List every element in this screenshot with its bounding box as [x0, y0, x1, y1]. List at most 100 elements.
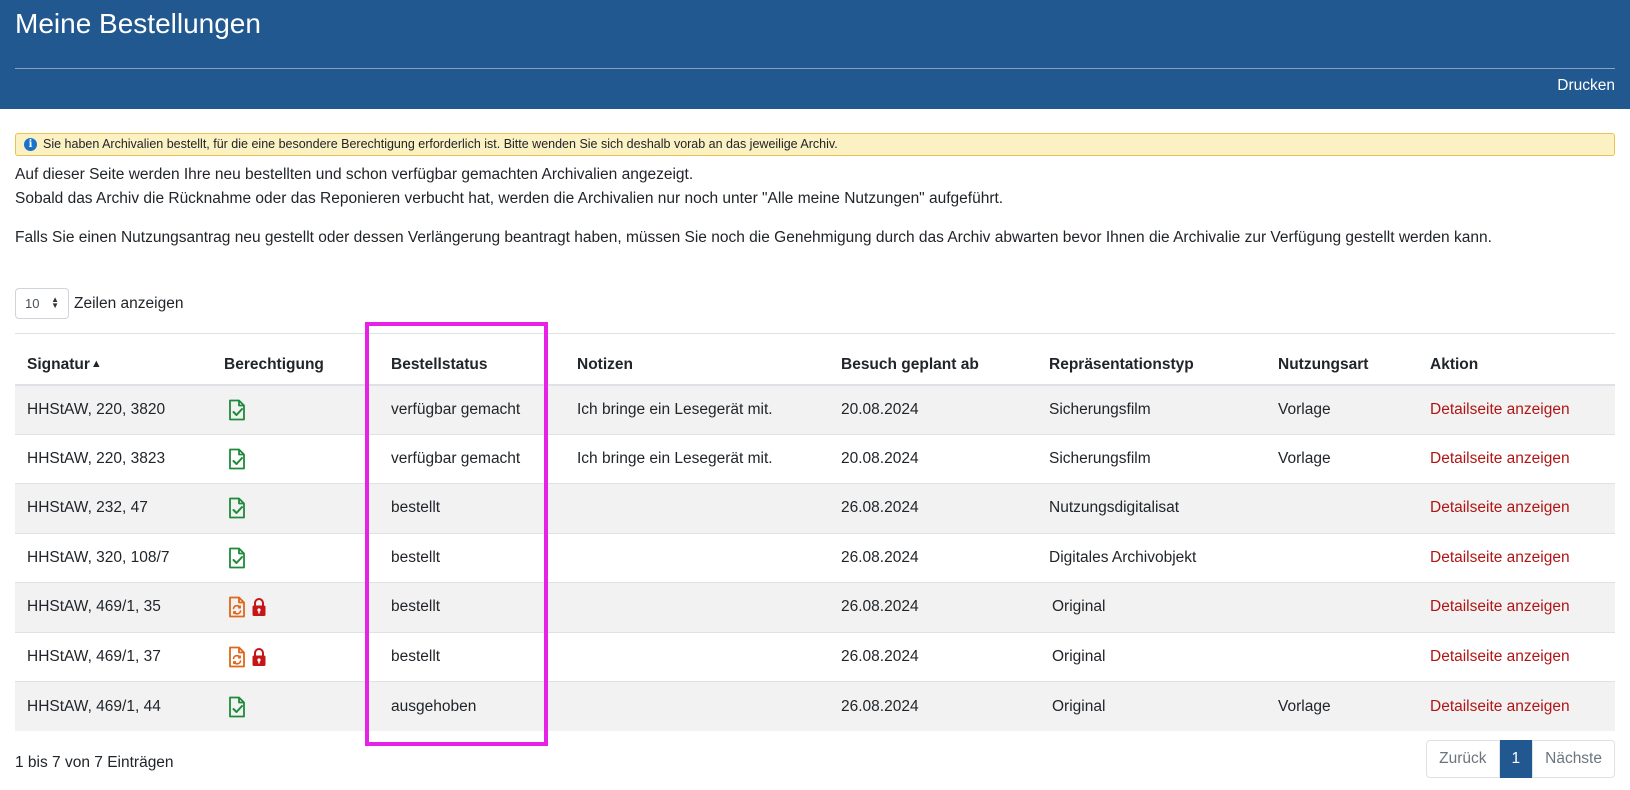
cell-signatur: HHStAW, 469/1, 44: [15, 681, 212, 731]
cell-besuch: 26.08.2024: [829, 681, 1037, 731]
cell-aktion: Detailseite anzeigen: [1418, 631, 1615, 682]
detail-link[interactable]: Detailseite anzeigen: [1430, 401, 1570, 418]
table-row: HHStAW, 220, 3820 verfügbar gemacht Ich …: [15, 384, 1615, 434]
cell-aktion: Detailseite anzeigen: [1418, 681, 1615, 731]
cell-notizen: Ich bringe ein Lesegerät mit.: [565, 384, 829, 434]
document-check-icon: [229, 448, 245, 470]
detail-link[interactable]: Detailseite anzeigen: [1430, 698, 1570, 715]
lock-icon: [252, 598, 266, 617]
cell-aktion: Detailseite anzeigen: [1418, 384, 1615, 434]
cell-nutzungsart: Vorlage: [1266, 384, 1418, 434]
column-header-repraesentationstyp[interactable]: Repräsentationstyp: [1037, 333, 1266, 386]
previous-page-button[interactable]: Zurück: [1426, 740, 1500, 778]
detail-link[interactable]: Detailseite anzeigen: [1430, 648, 1570, 665]
document-sync-icon: [229, 596, 245, 618]
info-icon: i: [24, 138, 37, 151]
cell-nutzungsart: [1266, 483, 1418, 533]
cell-repraesentationstyp: Digitales Archivobjekt: [1037, 532, 1266, 583]
cell-berechtigung: [212, 384, 379, 434]
cell-aktion: Detailseite anzeigen: [1418, 582, 1615, 632]
column-header-bestellstatus[interactable]: Bestellstatus: [379, 333, 565, 386]
alert-text: Sie haben Archivalien bestellt, für die …: [43, 137, 838, 151]
cell-besuch: 26.08.2024: [829, 582, 1037, 632]
table-row: HHStAW, 469/1, 35 bestellt 26.08.2024 Or…: [15, 582, 1615, 632]
cell-bestellstatus: bestellt: [379, 631, 565, 682]
rows-per-page-label: Zeilen anzeigen: [74, 294, 184, 312]
rows-per-page-value: 10: [25, 296, 40, 311]
document-sync-icon: [229, 646, 245, 668]
table-row: HHStAW, 469/1, 37 bestellt 26.08.2024 Or…: [15, 631, 1615, 682]
document-check-icon: [229, 497, 245, 519]
detail-link[interactable]: Detailseite anzeigen: [1430, 499, 1570, 516]
rows-per-page-select[interactable]: 10 ▲ ▼: [15, 288, 69, 319]
cell-signatur: HHStAW, 232, 47: [15, 483, 212, 533]
cell-berechtigung: [212, 433, 379, 484]
cell-nutzungsart: Vorlage: [1266, 681, 1418, 731]
table-row: HHStAW, 320, 108/7 bestellt 26.08.2024 D…: [15, 532, 1615, 583]
cell-bestellstatus: verfügbar gemacht: [379, 384, 565, 434]
orders-table: Signatur▲ Berechtigung Bestellstatus Not…: [15, 333, 1615, 731]
column-header-signatur[interactable]: Signatur▲: [15, 333, 212, 386]
page-title: Meine Bestellungen: [15, 8, 261, 39]
sort-ascending-icon: ▲: [90, 357, 102, 370]
cell-notizen: [565, 681, 829, 731]
cell-aktion: Detailseite anzeigen: [1418, 483, 1615, 533]
page-length-control: 10 ▲ ▼ Zeilen anzeigen: [15, 288, 183, 319]
column-header-besuch[interactable]: Besuch geplant ab: [829, 333, 1037, 386]
column-header-aktion[interactable]: Aktion: [1418, 333, 1615, 386]
cell-repraesentationstyp: Sicherungsfilm: [1037, 433, 1266, 484]
next-page-button[interactable]: Nächste: [1532, 740, 1615, 778]
detail-link[interactable]: Detailseite anzeigen: [1430, 450, 1570, 467]
cell-repraesentationstyp: Original: [1037, 582, 1266, 632]
cell-notizen: [565, 631, 829, 682]
detail-link[interactable]: Detailseite anzeigen: [1430, 549, 1570, 566]
column-header-notizen[interactable]: Notizen: [565, 333, 829, 386]
cell-besuch: 20.08.2024: [829, 384, 1037, 434]
cell-notizen: [565, 483, 829, 533]
cell-notizen: Ich bringe ein Lesegerät mit.: [565, 433, 829, 484]
detail-link[interactable]: Detailseite anzeigen: [1430, 598, 1570, 615]
cell-signatur: HHStAW, 469/1, 35: [15, 582, 212, 632]
table-info: 1 bis 7 von 7 Einträgen: [15, 754, 174, 771]
cell-notizen: [565, 582, 829, 632]
cell-berechtigung: [212, 582, 379, 632]
cell-besuch: 26.08.2024: [829, 631, 1037, 682]
document-check-icon: [229, 696, 245, 717]
cell-nutzungsart: [1266, 631, 1418, 682]
cell-signatur: HHStAW, 220, 3823: [15, 433, 212, 484]
cell-besuch: 26.08.2024: [829, 532, 1037, 583]
table-row: HHStAW, 232, 47 bestellt 26.08.2024 Nutz…: [15, 483, 1615, 533]
cell-bestellstatus: bestellt: [379, 582, 565, 632]
document-check-icon: [229, 399, 245, 420]
intro-line-3: Falls Sie einen Nutzungsantrag neu geste…: [15, 229, 1492, 246]
cell-signatur: HHStAW, 469/1, 37: [15, 631, 212, 682]
cell-repraesentationstyp: Sicherungsfilm: [1037, 384, 1266, 434]
page-1-button[interactable]: 1: [1499, 740, 1533, 778]
pagination: Zurück 1 Nächste: [1426, 740, 1615, 778]
cell-repraesentationstyp: Nutzungsdigitalisat: [1037, 483, 1266, 533]
cell-nutzungsart: [1266, 532, 1418, 583]
cell-berechtigung: [212, 681, 379, 731]
cell-bestellstatus: ausgehoben: [379, 681, 565, 731]
cell-besuch: 26.08.2024: [829, 483, 1037, 533]
cell-berechtigung: [212, 532, 379, 583]
cell-berechtigung: [212, 631, 379, 682]
document-check-icon: [229, 547, 245, 569]
column-header-berechtigung[interactable]: Berechtigung: [212, 333, 379, 386]
cell-signatur: HHStAW, 320, 108/7: [15, 532, 212, 583]
cell-aktion: Detailseite anzeigen: [1418, 433, 1615, 484]
print-link[interactable]: Drucken: [1557, 77, 1615, 95]
table-row: HHStAW, 469/1, 44 ausgehoben 26.08.2024 …: [15, 681, 1615, 731]
cell-repraesentationstyp: Original: [1037, 631, 1266, 682]
cell-berechtigung: [212, 483, 379, 533]
cell-aktion: Detailseite anzeigen: [1418, 532, 1615, 583]
cell-notizen: [565, 532, 829, 583]
intro-line-1: Auf dieser Seite werden Ihre neu bestell…: [15, 166, 694, 183]
permission-alert: i Sie haben Archivalien bestellt, für di…: [15, 133, 1615, 156]
table-row: HHStAW, 220, 3823 verfügbar gemacht Ich …: [15, 433, 1615, 484]
page-header: Meine Bestellungen Drucken: [0, 0, 1630, 109]
intro-line-2: Sobald das Archiv die Rücknahme oder das…: [15, 190, 1004, 207]
lock-icon: [252, 647, 266, 666]
cell-bestellstatus: bestellt: [379, 483, 565, 533]
column-header-nutzungsart[interactable]: Nutzungsart: [1266, 333, 1418, 386]
